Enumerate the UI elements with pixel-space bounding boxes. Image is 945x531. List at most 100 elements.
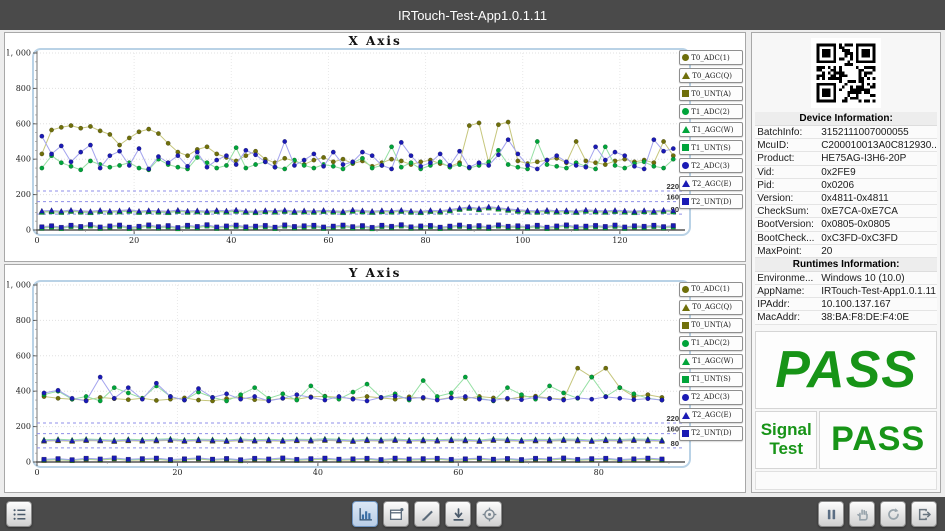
- legend-item[interactable]: T0_ADC(1): [679, 50, 743, 65]
- legend-item[interactable]: T1_AGC(W): [679, 122, 743, 137]
- toolbar-center-group: [352, 501, 502, 527]
- pause-button[interactable]: [818, 501, 844, 527]
- svg-text:400: 400: [16, 155, 31, 164]
- exit-button[interactable]: [911, 501, 937, 527]
- legend-item[interactable]: T2_ADC(3): [679, 158, 743, 173]
- info-key: MacAddr:: [755, 311, 821, 323]
- legend-item[interactable]: T2_ADC(3): [679, 390, 743, 405]
- triangle-marker-icon: [682, 304, 690, 311]
- overall-result-badge: PASS: [755, 331, 937, 409]
- legend-label: T1_UNT(S): [691, 144, 731, 152]
- runtime-info-header: Runtimes Information:: [755, 258, 937, 272]
- legend-label: T2_UNT(D): [691, 429, 731, 437]
- info-key: AppName:: [755, 285, 821, 297]
- legend-item[interactable]: T1_UNT(S): [679, 372, 743, 387]
- info-key: IPAddr:: [755, 298, 821, 310]
- window-icon: [389, 507, 404, 522]
- chart-title: Y Axis: [5, 265, 745, 281]
- svg-text:200: 200: [16, 190, 31, 199]
- svg-text:60: 60: [323, 236, 333, 245]
- target-icon: [482, 507, 497, 522]
- device-info-header: Device Information:: [755, 112, 937, 126]
- legend-item[interactable]: T1_AGC(W): [679, 354, 743, 369]
- svg-text:0: 0: [34, 468, 39, 477]
- legend-item[interactable]: T2_UNT(D): [679, 426, 743, 441]
- svg-text:100: 100: [515, 236, 530, 245]
- square-marker-icon: [682, 430, 689, 437]
- window-title: IRTouch-Test-App1.0.1.11: [398, 8, 547, 23]
- legend-label: T1_AGC(W): [692, 126, 733, 134]
- info-value: 3152111007000055: [821, 126, 937, 138]
- signal-test-row: Signal Test PASS: [755, 411, 937, 469]
- signal-result-badge: PASS: [831, 420, 925, 459]
- info-value: 0xE7CA-0xE7CA: [821, 205, 937, 217]
- list-icon: [12, 507, 27, 522]
- y-axis-chart: Y Axis 02004006008001, 00002040608022016…: [4, 264, 746, 494]
- legend-item[interactable]: T0_UNT(A): [679, 86, 743, 101]
- signal-test-cell: Signal Test: [755, 411, 817, 469]
- legend-label: T0_UNT(A): [691, 90, 731, 98]
- legend-item[interactable]: T0_AGC(Q): [679, 300, 743, 315]
- legend-label: T0_UNT(A): [691, 321, 731, 329]
- info-row: Pid:0x0206: [755, 179, 937, 192]
- legend-item[interactable]: T1_ADC(2): [679, 104, 743, 119]
- edit-button[interactable]: [414, 501, 440, 527]
- info-value: Windows 10 (10.0): [821, 272, 937, 284]
- info-row: BootVersion:0x0805-0x0805: [755, 218, 937, 231]
- triangle-marker-icon: [682, 358, 690, 365]
- svg-text:220: 220: [666, 414, 679, 423]
- info-key: BootCheck...: [755, 232, 821, 244]
- circle-marker-icon: [682, 162, 689, 169]
- download-icon: [451, 507, 466, 522]
- info-row: Product:HE75AG-I3H6-20P: [755, 152, 937, 165]
- svg-text:0: 0: [26, 457, 31, 466]
- legend-item[interactable]: T2_UNT(D): [679, 194, 743, 209]
- device-info-table: BatchInfo:3152111007000055McuID:C2000100…: [755, 126, 937, 258]
- legend-item[interactable]: T0_AGC(Q): [679, 68, 743, 83]
- info-value: C200010013A0C812930...: [821, 139, 937, 151]
- info-value: IRTouch-Test-App1.0.1.11: [821, 285, 937, 297]
- download-button[interactable]: [445, 501, 471, 527]
- svg-text:60: 60: [453, 468, 463, 477]
- refresh-button[interactable]: [880, 501, 906, 527]
- legend-label: T0_ADC(1): [691, 285, 730, 293]
- info-key: McuID:: [755, 139, 821, 151]
- legend-item[interactable]: T2_AGC(E): [679, 176, 743, 191]
- title-bar: IRTouch-Test-App1.0.1.11: [0, 0, 945, 30]
- signal-result-cell: PASS: [819, 411, 937, 469]
- triangle-marker-icon: [682, 180, 690, 187]
- legend-item[interactable]: T1_ADC(2): [679, 336, 743, 351]
- svg-text:0: 0: [34, 236, 39, 245]
- info-row: CheckSum:0xE7CA-0xE7CA: [755, 205, 937, 218]
- legend-label: T2_ADC(3): [691, 162, 730, 170]
- menu-list-button[interactable]: [6, 501, 32, 527]
- legend-label: T1_AGC(W): [692, 357, 733, 365]
- svg-text:600: 600: [16, 119, 31, 128]
- info-row: MacAddr:38:BA:F8:DE:F4:0E: [755, 311, 937, 324]
- legend-item[interactable]: T0_UNT(A): [679, 318, 743, 333]
- info-row: BatchInfo:3152111007000055: [755, 126, 937, 139]
- info-row: MaxPoint:20: [755, 245, 937, 258]
- info-key: Version:: [755, 192, 821, 204]
- legend-item[interactable]: T2_AGC(E): [679, 408, 743, 423]
- chart-legend: T0_ADC(1) T0_AGC(Q) T0_UNT(A) T1_ADC(2) T1_A…: [679, 282, 743, 441]
- hand-button[interactable]: [849, 501, 875, 527]
- legend-item[interactable]: T1_UNT(S): [679, 140, 743, 155]
- svg-text:200: 200: [16, 422, 31, 431]
- chart-view-button[interactable]: [352, 501, 378, 527]
- square-marker-icon: [682, 376, 689, 383]
- svg-text:600: 600: [16, 351, 31, 360]
- svg-text:40: 40: [313, 468, 323, 477]
- svg-text:400: 400: [16, 386, 31, 395]
- window-button[interactable]: [383, 501, 409, 527]
- info-row: BootCheck...0xC3FD-0xC3FD: [755, 232, 937, 245]
- chart-plot: 02004006008001, 000020406080100120220160…: [7, 48, 691, 260]
- locate-button[interactable]: [476, 501, 502, 527]
- info-value: 0x0805-0x0805: [821, 218, 937, 230]
- legend-item[interactable]: T0_ADC(1): [679, 282, 743, 297]
- info-panel: Device Information: BatchInfo:3152111007…: [751, 32, 941, 493]
- info-key: BatchInfo:: [755, 126, 821, 138]
- svg-text:160: 160: [666, 193, 679, 202]
- info-row: McuID:C200010013A0C812930...: [755, 139, 937, 152]
- pause-icon: [824, 507, 839, 522]
